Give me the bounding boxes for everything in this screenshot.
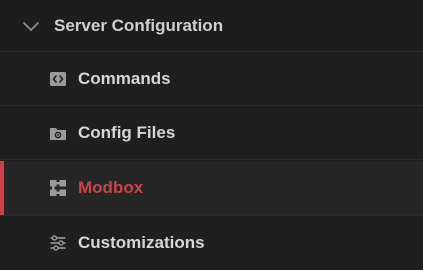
nav-item-config-files[interactable]: Config Files bbox=[0, 107, 423, 160]
chevron-down-icon[interactable] bbox=[22, 17, 40, 35]
nav-item-label: Commands bbox=[78, 69, 171, 88]
section-title: Server Configuration bbox=[54, 16, 224, 35]
nav-item-commands[interactable]: Commands bbox=[0, 53, 423, 106]
section-header-server-configuration[interactable]: Server Configuration bbox=[0, 0, 423, 52]
nav-item-modbox[interactable]: Modbox bbox=[0, 161, 423, 216]
sliders-icon bbox=[50, 235, 66, 251]
folder-gear-icon bbox=[50, 128, 66, 140]
nav-item-label: Customizations bbox=[78, 233, 205, 252]
nav-item-label: Config Files bbox=[78, 123, 176, 142]
puzzle-icon bbox=[50, 180, 66, 196]
nav-item-customizations[interactable]: Customizations bbox=[0, 217, 423, 270]
code-icon bbox=[50, 72, 66, 86]
server-configuration-nav: Server Configuration Commands Config Fil… bbox=[0, 0, 423, 270]
nav-item-label: Modbox bbox=[78, 178, 144, 197]
